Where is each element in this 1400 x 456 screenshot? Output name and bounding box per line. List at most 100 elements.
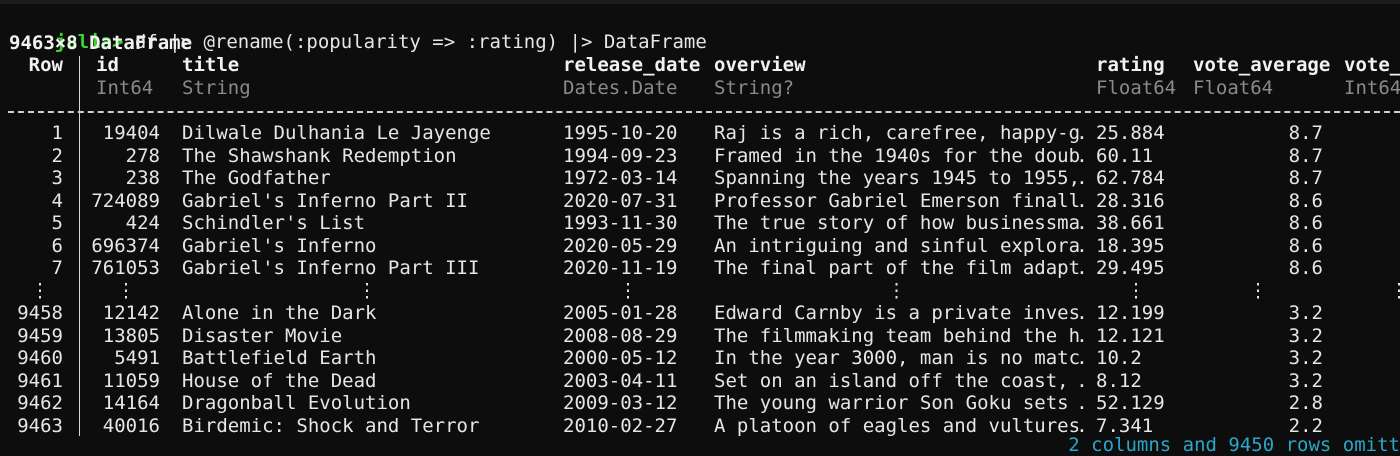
- cell-vote-average: 8.6: [1288, 257, 1323, 279]
- cell-row-number: 9459: [17, 324, 63, 347]
- vertical-ellipsis-icon: ⋮: [1126, 279, 1146, 302]
- cell-release-date: 2005-01-28: [563, 302, 678, 324]
- cell-release-date: 2020-05-29: [563, 234, 678, 257]
- cell-row-number: 3: [51, 167, 63, 189]
- cell-overview: In the year 3000, man is no matc…: [714, 347, 1084, 369]
- cell-release-date: 2008-08-29: [563, 324, 678, 347]
- header-vote-average: vote_average: [1193, 54, 1331, 76]
- cell-overview: Professor Gabriel Emerson finall…: [714, 189, 1084, 212]
- cell-id: 19404: [102, 122, 160, 144]
- cell-release-date: 2010-02-27: [563, 414, 678, 437]
- cell-title: Gabriel's Inferno Part II: [182, 189, 468, 212]
- cell-release-date: 2020-11-19: [563, 257, 678, 279]
- type-vote-count: Int64: [1344, 77, 1400, 99]
- header-id: id: [96, 54, 119, 76]
- cell-rating: 12.121: [1096, 324, 1165, 347]
- cell-rating: 29.495: [1096, 257, 1165, 279]
- cell-rating: 38.661: [1096, 212, 1165, 234]
- cell-id: 424: [125, 212, 160, 234]
- table-row: 9459 13805 Disaster Movie 2008-08-29 The fil…: [0, 325, 1400, 347]
- vertical-ellipsis-icon: ⋮: [1389, 279, 1400, 302]
- cell-row-number: 6: [51, 234, 63, 257]
- vertical-ellipsis-icon: ⋮: [357, 279, 377, 302]
- cell-row-number: 5: [51, 212, 63, 234]
- cell-overview: Framed in the 1940s for the doub…: [714, 144, 1084, 167]
- cell-overview: The final part of the film adapt…: [714, 257, 1084, 279]
- cell-vote-average: 8.6: [1288, 234, 1323, 257]
- cell-release-date: 2009-03-12: [563, 392, 678, 414]
- cell-title: Gabriel's Inferno: [182, 234, 377, 257]
- cell-row-number: 1: [51, 122, 63, 144]
- cell-id: 13805: [102, 324, 160, 347]
- cell-overview: The filmmaking team behind the h…: [714, 324, 1084, 347]
- cell-title: Birdemic: Shock and Terror: [182, 414, 480, 437]
- cell-rating: 62.784: [1096, 167, 1165, 189]
- cell-rating: 18.395: [1096, 234, 1165, 257]
- cell-vote-average: 8.7: [1288, 122, 1323, 144]
- title-bar: [0, 0, 1400, 4]
- cell-row-number: 9458: [17, 302, 63, 324]
- type-release-date: Dates.Date: [563, 77, 678, 99]
- cell-id: 238: [125, 167, 160, 189]
- command-line[interactable]: julia> df |> @rename(:popularity => :rat…: [9, 9, 707, 53]
- header-title: title: [182, 54, 240, 76]
- cell-vote-average: 3.2: [1288, 302, 1323, 324]
- vertical-ellipsis-icon: ⋮: [1248, 279, 1268, 302]
- cell-release-date: 1993-11-30: [563, 212, 678, 234]
- type-title: String: [182, 77, 251, 99]
- type-id: Int64: [96, 77, 154, 99]
- table-row: 9462 14164 Dragonball Evolution 2009-03-12 T…: [0, 392, 1400, 414]
- cell-id: 724089: [91, 189, 160, 212]
- header-separator: [8, 111, 1400, 113]
- vertical-ellipsis-icon: ⋮: [887, 279, 906, 302]
- cell-title: House of the Dead: [182, 369, 377, 392]
- vertical-ellipsis-icon: ⋮: [116, 279, 136, 302]
- type-vote-average: Float64: [1193, 77, 1274, 99]
- cell-overview: An intriguing and sinful explora…: [714, 234, 1084, 257]
- cell-vote-average: 3.2: [1288, 324, 1323, 347]
- cell-overview: The young warrior Son Goku sets …: [714, 392, 1084, 414]
- cell-vote-average: 3.2: [1288, 369, 1323, 392]
- cell-release-date: 1995-10-20: [563, 122, 678, 144]
- table-row: 5 424 Schindler's List 1993-11-30 The true s…: [0, 212, 1400, 234]
- table-row: 3 238 The Godfather 1972-03-14 Spanning the …: [0, 167, 1400, 189]
- cell-overview: Edward Carnby is a private inves…: [714, 302, 1084, 324]
- cell-id: 696374: [91, 234, 160, 257]
- table-row: 2 278 The Shawshank Redemption 1994-09-23 Fr…: [0, 145, 1400, 167]
- type-overview: String?: [714, 77, 795, 99]
- cell-vote-average: 3.2: [1288, 347, 1323, 369]
- terminal-window[interactable]: julia> df |> @rename(:popularity => :rat…: [0, 0, 1400, 456]
- cell-vote-average: 8.7: [1288, 167, 1323, 189]
- cell-vote-average: 8.6: [1288, 189, 1323, 212]
- cell-title: The Shawshank Redemption: [182, 144, 457, 167]
- cell-row-number: 9461: [17, 369, 63, 392]
- cell-id: 40016: [102, 414, 160, 437]
- cell-title: Disaster Movie: [182, 324, 343, 347]
- cell-id: 278: [125, 144, 160, 167]
- cell-id: 11059: [102, 369, 160, 392]
- cell-rating: 52.129: [1096, 392, 1165, 414]
- header-vote-count: vote_: [1344, 54, 1400, 76]
- cell-vote-average: 8.6: [1288, 212, 1323, 234]
- cell-overview: Raj is a rich, carefree, happy-g…: [714, 122, 1084, 144]
- cell-overview: Spanning the years 1945 to 1955,…: [714, 167, 1084, 189]
- dataframe-summary: 9463×8 DataFrame: [9, 32, 193, 54]
- cell-overview: A platoon of eagles and vultures…: [714, 414, 1084, 437]
- table-header-names: Row id title release_date overview ratin…: [0, 54, 1400, 76]
- command-text: df |> @rename(:popularity => :rating) |>…: [123, 31, 707, 53]
- cell-row-number: 4: [51, 189, 63, 212]
- table-row: 1 19404 Dilwale Dulhania Le Jayenge 1995-10…: [0, 122, 1400, 144]
- cell-vote-average: 2.8: [1288, 392, 1323, 414]
- header-rating: rating: [1096, 54, 1165, 76]
- cell-rating: 60.11: [1096, 144, 1154, 167]
- cell-row-number: 7: [51, 257, 63, 279]
- table-row: 6 696374 Gabriel's Inferno 2020-05-29 An int…: [0, 235, 1400, 257]
- table-row: 9458 12142 Alone in the Dark 2005-01-28 Edwa…: [0, 302, 1400, 324]
- table-row: 9461 11059 House of the Dead 2003-04-11 Set …: [0, 370, 1400, 392]
- cell-release-date: 2000-05-12: [563, 347, 678, 369]
- cell-title: Gabriel's Inferno Part III: [182, 257, 480, 279]
- cell-title: Dilwale Dulhania Le Jayenge: [182, 122, 491, 144]
- header-overview: overview: [714, 54, 806, 76]
- table-row: 9460 5491 Battlefield Earth 2000-05-12 In th…: [0, 347, 1400, 369]
- cell-title: The Godfather: [182, 167, 331, 189]
